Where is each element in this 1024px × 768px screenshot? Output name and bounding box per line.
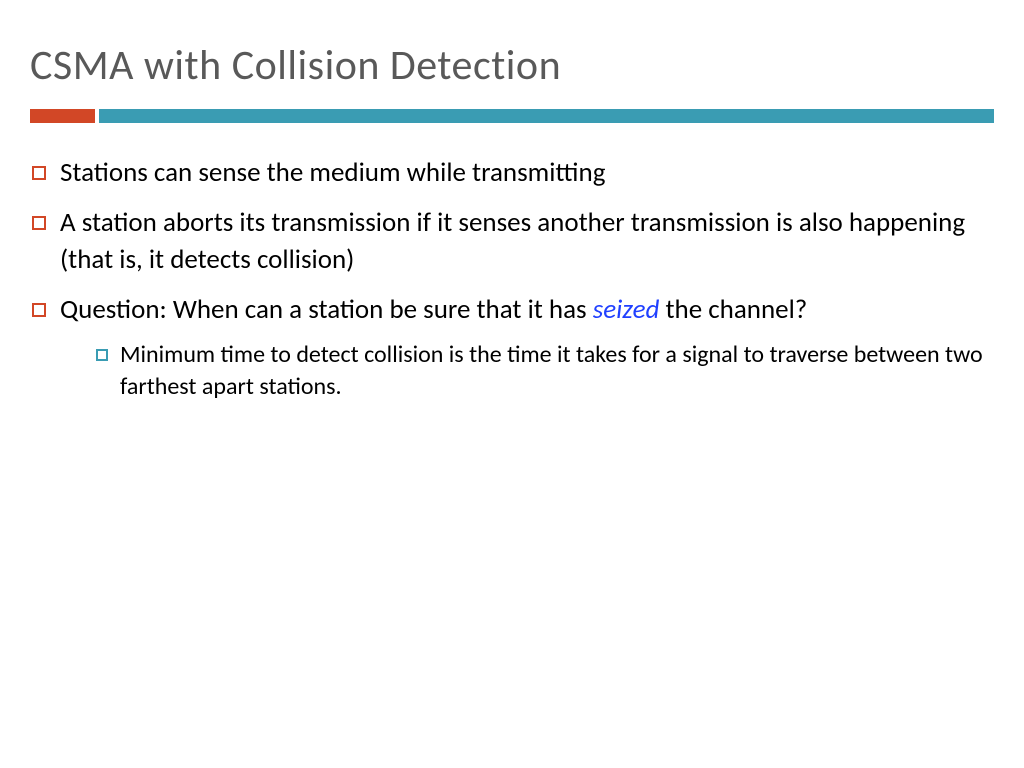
slide: CSMA with Collision Detection Stations c…: [0, 0, 1024, 448]
bullet-list: Stations can sense the medium while tran…: [32, 155, 994, 404]
square-bullet-icon: [32, 166, 46, 180]
accent-teal-block: [99, 109, 994, 123]
sub-list-item: Minimum time to detect collision is the …: [96, 339, 994, 404]
square-bullet-icon: [32, 216, 46, 230]
bullet-text: Question: When can a station be sure tha…: [60, 292, 994, 403]
bullet-text: Stations can sense the medium while tran…: [60, 155, 994, 191]
list-item: A station aborts its transmission if it …: [32, 205, 994, 278]
square-bullet-icon: [32, 303, 46, 317]
list-item: Question: When can a station be sure tha…: [32, 292, 994, 403]
sub-bullet-text: Minimum time to detect collision is the …: [120, 339, 994, 404]
accent-bar: [30, 109, 994, 123]
sub-list: Minimum time to detect collision is the …: [96, 339, 994, 404]
list-item: Stations can sense the medium while tran…: [32, 155, 994, 191]
accent-red-block: [30, 109, 95, 123]
slide-title: CSMA with Collision Detection: [30, 40, 994, 91]
square-bullet-icon: [96, 349, 108, 361]
content-area: Stations can sense the medium while tran…: [30, 155, 994, 404]
bullet-suffix: the channel?: [659, 293, 807, 326]
bullet-prefix: Question: When can a station be sure tha…: [60, 293, 593, 326]
highlight-word: seized: [593, 293, 660, 326]
bullet-text: A station aborts its transmission if it …: [60, 205, 994, 278]
